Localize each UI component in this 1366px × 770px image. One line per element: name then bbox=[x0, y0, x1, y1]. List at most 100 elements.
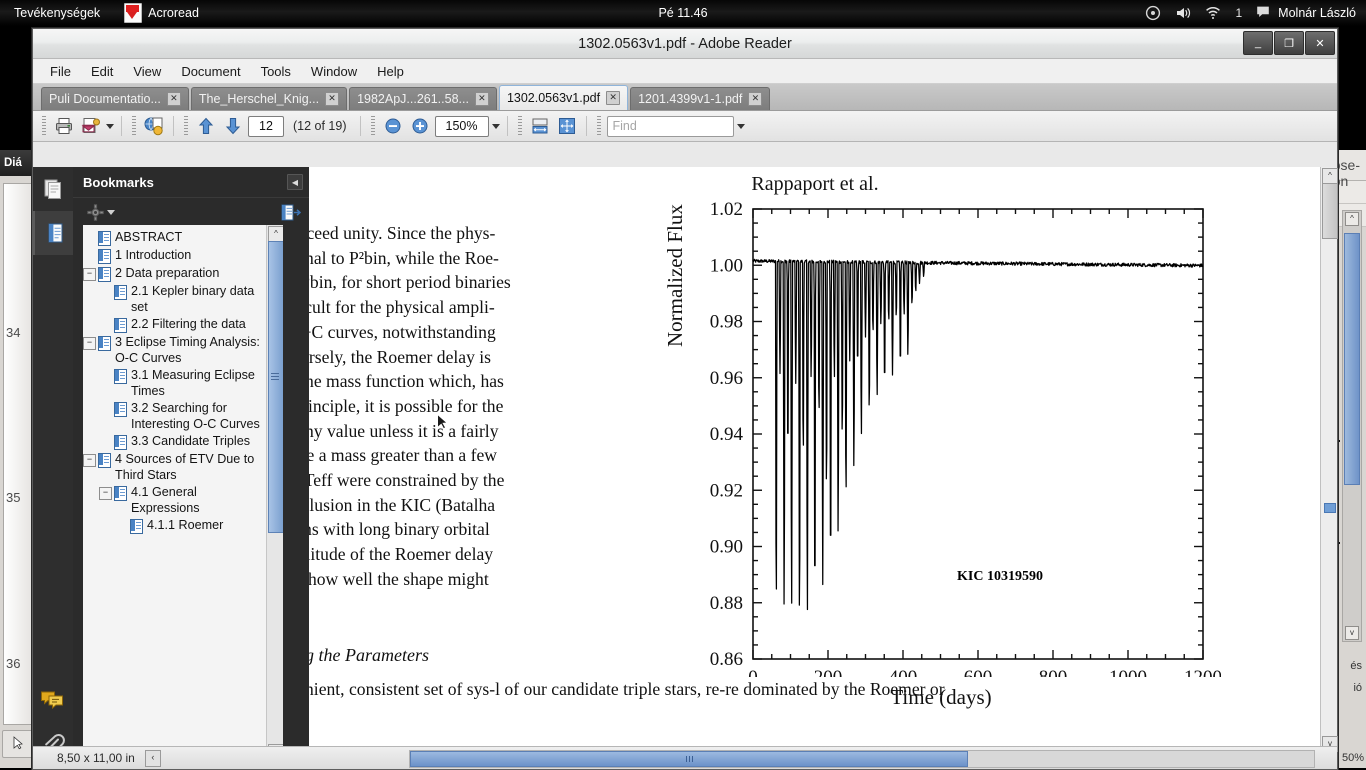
toolbar-grip[interactable] bbox=[184, 116, 188, 136]
menu-view[interactable]: View bbox=[124, 61, 170, 82]
bookmark-collapse-toggle[interactable]: − bbox=[83, 268, 96, 281]
x-tick-label: 1000 bbox=[1109, 667, 1147, 677]
fit-page-icon[interactable] bbox=[555, 114, 579, 138]
toolbar-grip[interactable] bbox=[370, 116, 375, 136]
bookmark-item[interactable]: 2.2 Filtering the data bbox=[83, 316, 265, 334]
arrow-up-icon[interactable] bbox=[194, 114, 218, 138]
zoom-level-input[interactable]: 150% bbox=[434, 115, 489, 137]
bookmark-options-caret-icon[interactable] bbox=[107, 209, 115, 215]
email-document-icon[interactable] bbox=[79, 114, 103, 138]
bookmark-item[interactable]: 3.3 Candidate Triples bbox=[83, 433, 265, 451]
x-tick-label: 800 bbox=[1039, 667, 1068, 677]
record-indicator-icon[interactable] bbox=[1145, 5, 1161, 21]
bookmark-collapse-toggle[interactable]: − bbox=[83, 337, 96, 350]
bookmark-item[interactable]: − 2 Data preparation bbox=[83, 265, 265, 283]
collapse-panel-icon[interactable]: ◀ bbox=[287, 174, 303, 190]
active-application-indicator[interactable]: Acroread bbox=[124, 3, 199, 23]
menu-document[interactable]: Document bbox=[172, 61, 249, 82]
slide-number-34[interactable]: 34 bbox=[6, 325, 20, 340]
volume-icon[interactable] bbox=[1175, 5, 1191, 21]
nav-back-button[interactable]: ‹ bbox=[144, 749, 161, 767]
tab-1201-4399v1-1[interactable]: 1201.4399v1-1.pdf ✕ bbox=[630, 87, 771, 110]
arrow-down-icon[interactable] bbox=[221, 114, 245, 138]
activities-button[interactable]: Tevékenységek bbox=[14, 6, 100, 20]
slide-pane[interactable] bbox=[3, 183, 35, 725]
background-zoom-level[interactable]: 50% bbox=[1342, 752, 1364, 764]
bookmark-page-icon bbox=[114, 435, 127, 450]
find-caret-icon[interactable] bbox=[736, 123, 745, 129]
menu-window[interactable]: Window bbox=[302, 61, 366, 82]
scroll-up-icon[interactable]: ^ bbox=[1322, 168, 1338, 184]
tab-close-icon[interactable]: ✕ bbox=[166, 92, 181, 106]
scrollbar-thumb[interactable] bbox=[268, 241, 283, 533]
slide-number-35[interactable]: 35 bbox=[6, 490, 20, 505]
bookmark-item[interactable]: − 3 Eclipse Timing Analysis: O-C Curves bbox=[83, 334, 265, 367]
bookmark-item[interactable]: − 4 Sources of ETV Due to Third Stars bbox=[83, 451, 265, 484]
tab-close-icon[interactable]: ✕ bbox=[474, 92, 489, 106]
scroll-up-icon[interactable]: ^ bbox=[268, 226, 283, 242]
tab-close-icon[interactable]: ✕ bbox=[325, 92, 340, 106]
menu-tools[interactable]: Tools bbox=[252, 61, 300, 82]
bookmark-item[interactable]: 4.1.1 Roemer bbox=[83, 517, 265, 535]
slide-number-36[interactable]: 36 bbox=[6, 656, 20, 671]
menu-file[interactable]: File bbox=[41, 61, 80, 82]
tab-herschel[interactable]: The_Herschel_Knig... ✕ bbox=[190, 87, 348, 110]
tab-close-icon[interactable]: ✕ bbox=[748, 92, 763, 106]
y-tick-label: 1.02 bbox=[710, 199, 743, 220]
fit-width-icon[interactable] bbox=[528, 114, 552, 138]
document-horizontal-scrollbar[interactable] bbox=[409, 750, 1315, 768]
scroll-down-icon[interactable]: v bbox=[1345, 626, 1359, 640]
pages-panel-icon[interactable] bbox=[33, 167, 73, 211]
print-icon[interactable] bbox=[52, 114, 76, 138]
scrollbar-thumb[interactable] bbox=[410, 751, 968, 767]
tab-close-icon[interactable]: ✕ bbox=[606, 91, 621, 105]
email-caret-icon[interactable] bbox=[106, 123, 114, 129]
window-titlebar[interactable]: 1302.0563v1.pdf - Adobe Reader _ ❐ ✕ bbox=[33, 29, 1337, 59]
bookmark-options-button[interactable] bbox=[87, 203, 115, 221]
bookmarks-scrollbar[interactable]: ^ v bbox=[266, 225, 283, 761]
document-vertical-scrollbar[interactable]: ^ v bbox=[1320, 167, 1338, 753]
minimize-button[interactable]: _ bbox=[1243, 31, 1273, 55]
menu-help[interactable]: Help bbox=[368, 61, 413, 82]
toolbar-grip[interactable] bbox=[42, 116, 46, 136]
zoom-caret-icon[interactable] bbox=[491, 123, 500, 129]
share-document-icon[interactable] bbox=[142, 114, 166, 138]
tab-1982apj[interactable]: 1982ApJ...261..58... ✕ bbox=[349, 87, 497, 110]
scrollbar-thumb[interactable] bbox=[1344, 233, 1360, 485]
zoom-in-icon[interactable] bbox=[408, 114, 432, 138]
close-button[interactable]: ✕ bbox=[1305, 31, 1335, 55]
wifi-icon[interactable] bbox=[1205, 5, 1221, 21]
scroll-up-icon[interactable]: ^ bbox=[1345, 212, 1359, 226]
toolbar-grip[interactable] bbox=[517, 116, 522, 136]
maximize-button[interactable]: ❐ bbox=[1274, 31, 1304, 55]
scrollbar-thumb[interactable] bbox=[1322, 183, 1338, 239]
expand-current-bookmark-icon[interactable] bbox=[281, 204, 301, 221]
pdf-page[interactable]: Rappaport et al. ver exceed unity. Since… bbox=[309, 167, 1321, 753]
zoom-out-icon[interactable] bbox=[381, 114, 405, 138]
bookmark-collapse-toggle[interactable]: − bbox=[83, 454, 96, 467]
bookmark-collapse-toggle[interactable]: − bbox=[99, 487, 112, 500]
bookmark-item[interactable]: 3.2 Searching for Interesting O-C Curves bbox=[83, 400, 265, 433]
bookmark-item[interactable]: 3.1 Measuring Eclipse Times bbox=[83, 367, 265, 400]
bookmark-item-label: 3.3 Candidate Triples bbox=[131, 434, 251, 448]
tab-1302-0563v1[interactable]: 1302.0563v1.pdf ✕ bbox=[498, 85, 629, 110]
find-input[interactable]: Find bbox=[606, 115, 734, 137]
bookmarks-panel-icon[interactable] bbox=[33, 211, 75, 255]
bookmark-item[interactable]: − 4.1 General Expressions bbox=[83, 484, 265, 517]
bookmark-item[interactable]: 2.1 Kepler binary data set bbox=[83, 283, 265, 316]
document-view[interactable]: Rappaport et al. ver exceed unity. Since… bbox=[309, 167, 1338, 769]
comments-panel-icon[interactable] bbox=[33, 679, 73, 723]
page-number-input[interactable]: 12 bbox=[248, 115, 284, 137]
menu-edit[interactable]: Edit bbox=[82, 61, 122, 82]
body-text-column[interactable]: ver exceed unity. Since the phys-portion… bbox=[309, 221, 629, 592]
bookmark-item[interactable]: 1 Introduction bbox=[83, 247, 265, 265]
bookmarks-tree[interactable]: ABSTRACT 1 Introduction − 2 Data preparatio… bbox=[83, 225, 283, 761]
toolbar-grip[interactable] bbox=[132, 116, 136, 136]
user-menu[interactable]: Molnár László bbox=[1256, 5, 1356, 21]
bookmark-item[interactable]: ABSTRACT bbox=[83, 229, 265, 247]
body-text-column-2[interactable]: convenient, consistent set of sys-l of o… bbox=[309, 677, 945, 702]
tab-puli-documentation[interactable]: Puli Documentatio... ✕ bbox=[41, 87, 189, 110]
background-scrollbar[interactable]: ^ v bbox=[1342, 210, 1362, 642]
workspace-indicator[interactable]: 1 bbox=[1235, 6, 1242, 20]
toolbar-grip[interactable] bbox=[596, 116, 601, 136]
